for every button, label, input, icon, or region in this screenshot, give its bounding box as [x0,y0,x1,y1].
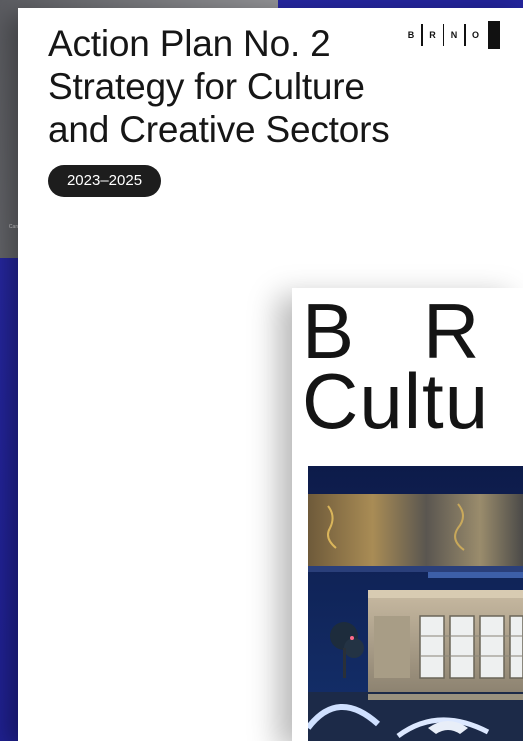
brno-logo: B R N O [401,21,500,49]
brochure-heading: B R Cultu [302,288,490,445]
logo-letter: B [407,30,415,40]
night-building-illustration [308,466,523,741]
years-badge: 2023–2025 [48,165,161,197]
title-line: Action Plan No. 2 [48,23,331,64]
title-line: and Creative Sectors [48,109,390,150]
logo-letter: O [471,30,479,40]
brochure-heading-line: Cultu [302,357,490,445]
logo-block [487,21,500,49]
brochure-heading-line: B R [302,288,481,375]
title-line: Strategy for Culture [48,66,365,107]
cover-photo [308,466,523,741]
canopy-shape [308,494,523,566]
logo-letter: N [450,30,458,40]
culture-brochure: B R Cultu [292,288,523,741]
logo-letter: R [429,30,436,40]
document-title: Action Plan No. 2 Strategy for Culture a… [48,22,408,151]
